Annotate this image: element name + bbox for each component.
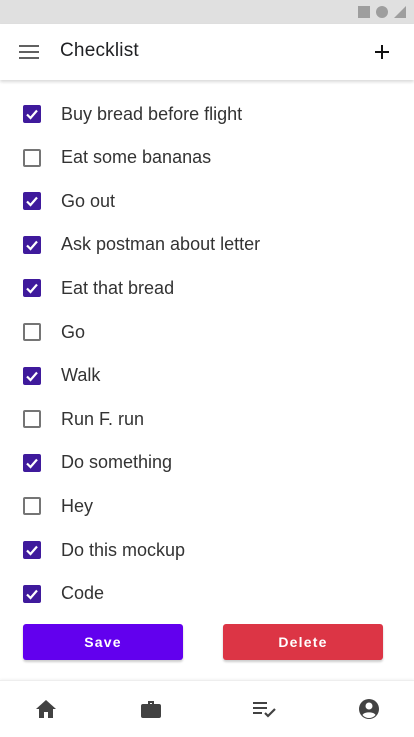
nav-checklist[interactable] (250, 695, 278, 723)
app-bar: Checklist (0, 24, 414, 80)
checklist-item-label: Do this mockup (61, 539, 186, 560)
checklist-item-label: Ask postman about letter (61, 234, 261, 255)
checkbox[interactable] (23, 410, 41, 429)
checklist-item-label: Do something (61, 452, 173, 473)
checkbox[interactable] (23, 323, 41, 341)
checkbox[interactable] (23, 366, 41, 385)
checkbox[interactable] (23, 453, 41, 472)
delete-button[interactable]: Delete (223, 624, 383, 660)
checkbox[interactable] (23, 541, 41, 559)
checklist-item[interactable]: Walk (0, 354, 414, 398)
checklist-item[interactable]: Run F. run (0, 397, 414, 441)
status-square-icon (358, 6, 370, 18)
checklist-icon (253, 702, 276, 718)
briefcase-icon (141, 701, 161, 718)
checkbox[interactable] (23, 584, 41, 603)
checklist-item-label: Go (61, 321, 86, 342)
nav-briefcase[interactable] (137, 695, 165, 723)
checklist-item-label: Code (61, 583, 105, 604)
nav-account[interactable] (355, 695, 383, 723)
nav-home[interactable] (32, 695, 60, 723)
checkbox[interactable] (23, 235, 41, 254)
account-circle-icon (359, 699, 379, 719)
bottom-navigation (0, 680, 414, 737)
status-triangle-icon (394, 6, 406, 18)
check-icon (26, 589, 38, 600)
add-item-button[interactable] (368, 38, 396, 66)
checklist-item[interactable]: Buy bread before flight (0, 92, 414, 136)
checklist-item-label: Run F. run (61, 408, 145, 429)
checklist-item[interactable]: Code (0, 572, 414, 616)
checklist-item-label: Buy bread before flight (61, 103, 243, 124)
checklist-item-label: Eat that bread (61, 277, 175, 298)
check-icon (26, 109, 38, 120)
checklist-item[interactable]: Hey (0, 484, 414, 528)
save-button[interactable]: Save (23, 624, 183, 660)
status-bar (0, 0, 414, 24)
menu-button[interactable] (14, 38, 44, 66)
checklist-item[interactable]: Go (0, 310, 414, 354)
page-title: Checklist (60, 40, 139, 61)
checklist-item[interactable]: Eat some bananas (0, 136, 414, 180)
checkbox[interactable] (23, 279, 41, 298)
checkbox[interactable] (23, 148, 41, 167)
checkbox[interactable] (23, 497, 41, 516)
menu-icon (19, 45, 39, 59)
checklist-item[interactable]: Do something (0, 441, 414, 485)
check-icon (26, 284, 38, 295)
checklist-item-label: Eat some bananas (61, 147, 212, 168)
status-icons (358, 6, 406, 18)
checkbox[interactable] (23, 105, 41, 123)
checklist-item-label: Hey (61, 495, 94, 516)
checkbox[interactable] (23, 192, 41, 211)
check-icon (26, 196, 38, 207)
checklist-item-label: Go out (61, 190, 116, 211)
checklist-item[interactable]: Ask postman about letter (0, 223, 414, 267)
check-icon (26, 458, 38, 469)
checklist-item[interactable]: Go out (0, 179, 414, 223)
home-icon (36, 700, 56, 718)
checklist-item[interactable]: Do this mockup (0, 528, 414, 572)
status-circle-icon (376, 6, 388, 18)
checklist-item[interactable]: Eat that bread (0, 266, 414, 310)
plus-icon (375, 45, 389, 59)
check-icon (26, 240, 38, 251)
checklist-item-label: Walk (61, 365, 101, 386)
check-icon (26, 371, 38, 382)
check-icon (26, 545, 38, 556)
